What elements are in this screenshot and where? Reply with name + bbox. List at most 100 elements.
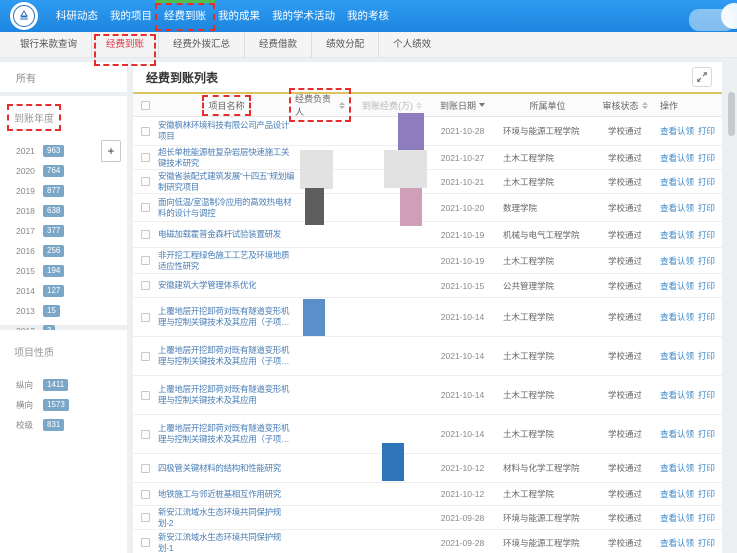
- view-claim-link[interactable]: 查看认领: [660, 280, 694, 292]
- row-checkbox[interactable]: [141, 256, 150, 265]
- subnav-item[interactable]: 个人绩效: [379, 32, 445, 58]
- project-name-link[interactable]: 上覆地层开挖卸荷对既有隧道变形机理与控制关键技术及其应用（子项目3）: [158, 306, 295, 328]
- year-filter-item[interactable]: 2017377: [0, 221, 127, 241]
- row-checkbox[interactable]: [141, 177, 150, 186]
- date-cell: 2021-10-19: [430, 222, 495, 247]
- view-claim-link[interactable]: 查看认领: [660, 311, 694, 323]
- view-claim-link[interactable]: 查看认领: [660, 462, 694, 474]
- view-claim-link[interactable]: 查看认领: [660, 350, 694, 362]
- view-claim-link[interactable]: 查看认领: [660, 202, 694, 214]
- topnav-item[interactable]: 我的学术活动: [266, 0, 341, 32]
- topnav-item[interactable]: 我的成果: [212, 0, 266, 32]
- print-link[interactable]: 打印: [698, 255, 715, 267]
- topnav-item[interactable]: 科研动态: [50, 0, 104, 32]
- row-checkbox[interactable]: [141, 430, 150, 439]
- topnav-item[interactable]: 经费到账: [158, 0, 212, 32]
- view-claim-link[interactable]: 查看认领: [660, 389, 694, 401]
- project-name-link[interactable]: 面向低温/室温制冷应用的高效热电材料的设计与调控: [158, 197, 295, 219]
- row-checkbox[interactable]: [141, 281, 150, 290]
- project-name-link[interactable]: 新安江流域水生态环境共同保护规划-2: [158, 507, 295, 529]
- row-checkbox[interactable]: [141, 230, 150, 239]
- row-checkbox[interactable]: [141, 153, 150, 162]
- view-claim-link[interactable]: 查看认领: [660, 176, 694, 188]
- print-link[interactable]: 打印: [698, 176, 715, 188]
- view-claim-link[interactable]: 查看认领: [660, 488, 694, 500]
- year-filter-item[interactable]: 2016256: [0, 241, 127, 261]
- print-link[interactable]: 打印: [698, 202, 715, 214]
- project-name-link[interactable]: 地铁施工与邻近桩基相互作用研究: [158, 489, 281, 500]
- print-link[interactable]: 打印: [698, 512, 715, 524]
- header-status[interactable]: 审核状态: [600, 94, 650, 116]
- print-link[interactable]: 打印: [698, 311, 715, 323]
- project-name-link[interactable]: 上覆地层开挖卸荷对既有隧道变形机理与控制关键技术及其应用: [158, 384, 295, 406]
- subnav-item[interactable]: 经费到账: [92, 32, 159, 58]
- view-claim-link[interactable]: 查看认领: [660, 537, 694, 549]
- nature-filter-item[interactable]: 横向1573: [0, 395, 127, 415]
- project-name-cell: 上覆地层开挖卸荷对既有隧道变形机理与控制关键技术及其应用（子项目2）: [158, 415, 295, 453]
- project-name-link[interactable]: 超长单桩能源桩复杂岩层快速施工关键技术研究: [158, 147, 295, 169]
- subnav-item[interactable]: 经费借款: [245, 32, 312, 58]
- row-checkbox[interactable]: [141, 391, 150, 400]
- project-name-link[interactable]: 安徽枫林环境科技有限公司产品设计项目: [158, 120, 295, 142]
- project-name-cell: 新安江流域水生态环境共同保护规划-1: [158, 530, 295, 553]
- view-claim-link[interactable]: 查看认领: [660, 512, 694, 524]
- project-name-link[interactable]: 非开挖工程绿色施工工艺及环境地质适应性研究: [158, 250, 295, 272]
- header-date[interactable]: 到账日期: [430, 94, 495, 116]
- project-name-link[interactable]: 安徽省装配式建筑发展“十四五”规划编制研究项目: [158, 171, 295, 193]
- year-filter-item[interactable]: 2018638: [0, 201, 127, 221]
- subnav-item[interactable]: 银行来款查询: [6, 32, 92, 58]
- view-claim-link[interactable]: 查看认领: [660, 255, 694, 267]
- expand-button[interactable]: [692, 67, 712, 87]
- project-name-link[interactable]: 安徽建筑大学管理体系优化: [158, 280, 256, 291]
- print-link[interactable]: 打印: [698, 152, 715, 164]
- header-person[interactable]: 经费负责人: [295, 94, 345, 116]
- year-filter-item[interactable]: 2014127: [0, 281, 127, 301]
- print-link[interactable]: 打印: [698, 462, 715, 474]
- arrival-date: 2021-10-14: [441, 312, 484, 322]
- nature-filter-item[interactable]: 校级831: [0, 415, 127, 435]
- add-filter-button[interactable]: +: [101, 140, 121, 162]
- subnav-item[interactable]: 绩效分配: [312, 32, 379, 58]
- topnav-item[interactable]: 我的考核: [341, 0, 395, 32]
- row-checkbox[interactable]: [141, 313, 150, 322]
- subnav-item[interactable]: 经费外拨汇总: [159, 32, 245, 58]
- view-claim-link[interactable]: 查看认领: [660, 125, 694, 137]
- row-checkbox[interactable]: [141, 464, 150, 473]
- project-name-link[interactable]: 上覆地层开挖卸荷对既有隧道变形机理与控制关键技术及其应用（子项目2）: [158, 423, 295, 445]
- view-claim-link[interactable]: 查看认领: [660, 428, 694, 440]
- topnav-item[interactable]: 我的项目: [104, 0, 158, 32]
- print-link[interactable]: 打印: [698, 428, 715, 440]
- view-claim-link[interactable]: 查看认领: [660, 229, 694, 241]
- project-name-link[interactable]: 上覆地层开挖卸荷对既有隧道变形机理与控制关键技术及其应用（子项目1）: [158, 345, 295, 367]
- print-link[interactable]: 打印: [698, 229, 715, 241]
- row-checkbox[interactable]: [141, 538, 150, 547]
- unit-cell: 土木工程学院: [495, 337, 600, 375]
- project-name-link[interactable]: 新安江流域水生态环境共同保护规划-1: [158, 532, 295, 553]
- project-name-link[interactable]: 电磁加载霍普金森杆试验装置研发: [158, 229, 281, 240]
- year-filter-item[interactable]: 2015194: [0, 261, 127, 281]
- filter-all[interactable]: 所有: [16, 70, 36, 85]
- print-link[interactable]: 打印: [698, 125, 715, 137]
- row-checkbox[interactable]: [141, 127, 150, 136]
- actions-cell: 查看认领打印: [650, 117, 722, 145]
- nature-filter-item[interactable]: 纵向1411: [0, 375, 127, 395]
- print-link[interactable]: 打印: [698, 537, 715, 549]
- print-link[interactable]: 打印: [698, 280, 715, 292]
- row-checkbox[interactable]: [141, 513, 150, 522]
- scrollbar-thumb[interactable]: [728, 92, 735, 136]
- row-checkbox[interactable]: [141, 203, 150, 212]
- row-checkbox[interactable]: [141, 352, 150, 361]
- table-row: 安徽枫林环境科技有限公司产品设计项目2021-10-28环境与能源工程学院学校通…: [133, 117, 722, 146]
- year-filter-item[interactable]: 2019877: [0, 181, 127, 201]
- print-link[interactable]: 打印: [698, 389, 715, 401]
- date-cell: 2021-09-28: [430, 506, 495, 529]
- row-checkbox[interactable]: [141, 490, 150, 499]
- print-link[interactable]: 打印: [698, 350, 715, 362]
- year-filter-item[interactable]: 2020764: [0, 161, 127, 181]
- print-link[interactable]: 打印: [698, 488, 715, 500]
- header-amount[interactable]: 到账经费(万): [345, 94, 430, 116]
- project-name-link[interactable]: 四极管关键材料的结构和性能研究: [158, 463, 281, 474]
- select-all-checkbox[interactable]: [141, 101, 150, 110]
- year-filter-item[interactable]: 201315: [0, 301, 127, 321]
- view-claim-link[interactable]: 查看认领: [660, 152, 694, 164]
